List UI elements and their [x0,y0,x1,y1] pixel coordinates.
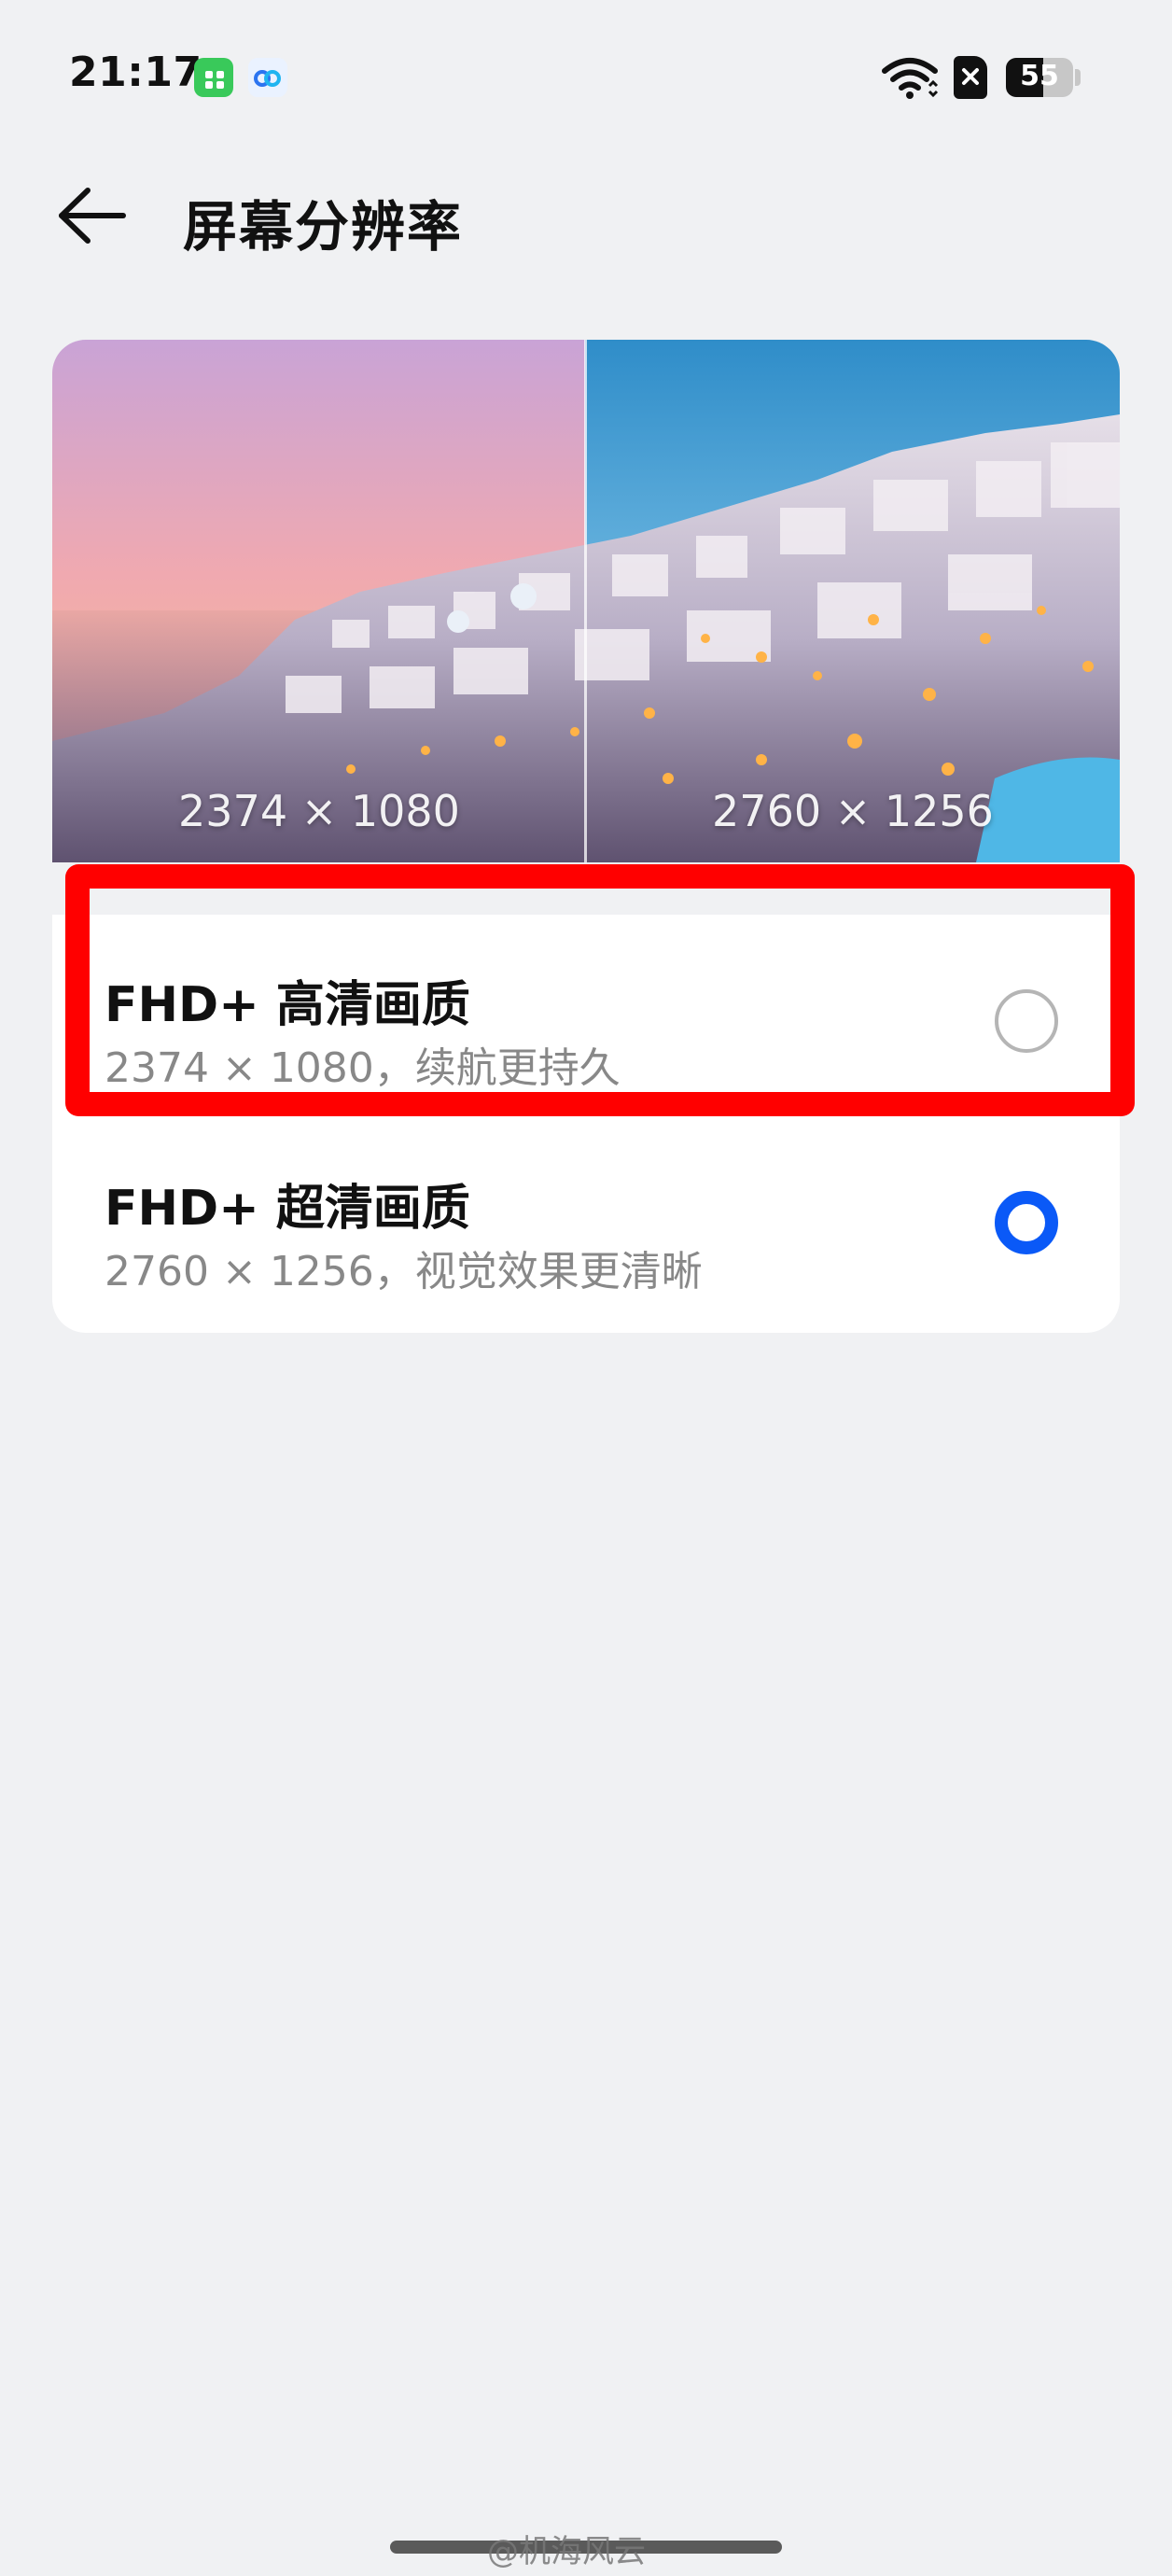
preview-label-left: 2374 × 1080 [178,786,460,836]
radio-button-unselected[interactable] [995,989,1058,1053]
comparison-divider [584,340,587,862]
option-title: FHD+ 高清画质 [105,977,470,1033]
battery-icon: 55 [1006,58,1073,97]
resolution-options-card: FHD+ 高清画质 2374 × 1080，续航更持久 FHD+ 超清画质 27… [52,915,1120,1333]
preview-label-right: 2760 × 1256 [712,786,994,836]
watermark: @机海风云 [487,2533,646,2570]
battery-tip [1075,69,1081,86]
status-bar: 21:17 55 [0,0,1172,159]
radio-button-selected[interactable] [995,1191,1058,1254]
option-title: FHD+ 超清画质 [105,1181,470,1237]
resolution-preview-image: 2374 × 1080 2760 × 1256 [52,340,1120,862]
app-green-icon [194,58,233,97]
option-subtitle: 2760 × 1256，视觉效果更清晰 [105,1248,703,1295]
option-subtitle: 2374 × 1080，续航更持久 [105,1044,621,1092]
back-arrow-icon [59,188,126,244]
page-title: 屏幕分辨率 [183,195,464,259]
wifi-icon [881,54,939,105]
sim-icon [954,56,987,99]
battery-level: 55 [1020,60,1059,92]
option-fhd-ultra[interactable]: FHD+ 超清画质 2760 × 1256，视觉效果更清晰 [52,1124,1120,1329]
status-time: 21:17 [69,49,202,96]
cloud-app-icon [248,58,287,97]
back-button[interactable] [49,177,133,256]
option-fhd-high[interactable]: FHD+ 高清画质 2374 × 1080，续航更持久 [52,915,1120,1120]
